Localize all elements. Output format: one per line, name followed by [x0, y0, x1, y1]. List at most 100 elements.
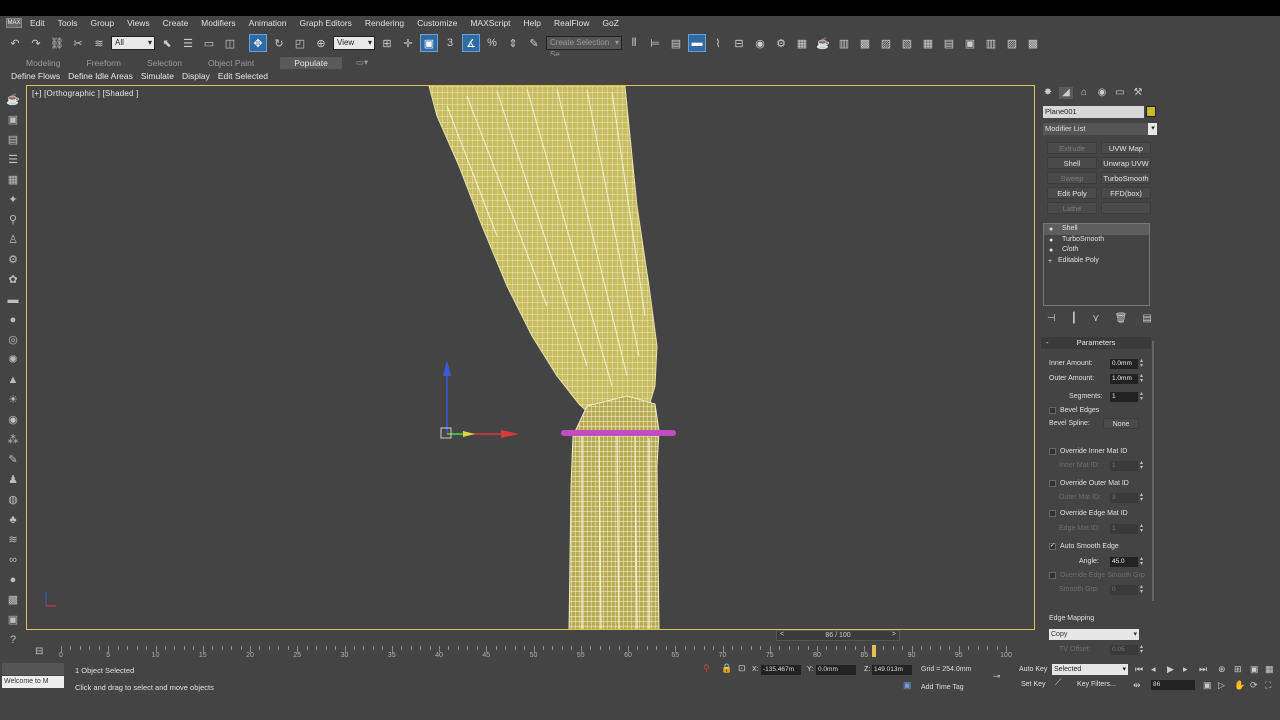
field-of-view-icon[interactable]: ▷ [1218, 680, 1225, 691]
hierarchy-tab-icon[interactable]: ⌂ [1077, 87, 1091, 99]
sun-icon[interactable]: ☀ [6, 392, 20, 408]
smooth-grp-field[interactable]: 0 [1110, 585, 1138, 595]
orbit-icon[interactable]: ⟳ [1250, 680, 1258, 691]
tab-populate[interactable]: Populate [280, 56, 342, 69]
time-tag-icon[interactable]: ▣ [903, 680, 912, 691]
segments-field[interactable]: 1 [1110, 392, 1138, 402]
override-outer-checkbox[interactable] [1049, 480, 1056, 487]
percent-snap-icon[interactable]: % [483, 34, 501, 52]
next-frame-icon[interactable]: ▸ [1183, 664, 1188, 675]
isolate-icon[interactable]: ⚲ [703, 663, 710, 674]
play-icon[interactable]: ▶ [1167, 664, 1174, 675]
spinner-icon[interactable]: ▴ ▾ [1140, 556, 1143, 567]
key-filters-button[interactable]: Key Filters... [1077, 681, 1116, 688]
list-icon[interactable]: ☰ [6, 152, 20, 168]
zoom-icon[interactable]: ⊕ [1218, 664, 1226, 675]
listener-mini-top[interactable] [2, 663, 64, 675]
go-to-end-icon[interactable]: ⏭ [1199, 664, 1207, 675]
tab-selection[interactable]: Selection [147, 58, 182, 68]
material-editor-icon[interactable]: ◉ [751, 34, 769, 52]
extra-tool-2-icon[interactable]: ▩ [856, 34, 874, 52]
key-mode-dropdown[interactable]: Selected [1052, 664, 1128, 675]
curtain-mesh[interactable] [428, 86, 660, 630]
modify-tab-icon[interactable]: ◢ [1059, 87, 1073, 99]
create-tab-icon[interactable]: ✸ [1041, 87, 1055, 99]
extra-tool-4-icon[interactable]: ▧ [898, 34, 916, 52]
extra-tool-10-icon[interactable]: ▩ [1024, 34, 1042, 52]
shell-button[interactable]: Shell [1047, 157, 1097, 169]
auto-key-button[interactable]: Auto Key [1019, 666, 1047, 673]
select-move-icon[interactable]: ✥ [249, 34, 267, 52]
override-edge-checkbox[interactable] [1049, 510, 1056, 517]
extra-tool-3-icon[interactable]: ▨ [877, 34, 895, 52]
chevron-left-icon[interactable]: < [780, 630, 784, 640]
menu-views[interactable]: Views [127, 18, 150, 28]
zoom-extents-all-icon[interactable]: ▦ [1265, 664, 1274, 675]
menu-maxscript[interactable]: MAXScript [470, 18, 510, 28]
lathe-button[interactable]: Lathe [1047, 202, 1097, 214]
ring-icon[interactable]: ◉ [6, 412, 20, 428]
menu-animation[interactable]: Animation [249, 18, 287, 28]
cone-icon[interactable]: ▲ [6, 372, 20, 388]
spiral-icon[interactable]: ✺ [6, 352, 20, 368]
spinner-icon[interactable]: ▴ ▾ [1140, 644, 1143, 655]
angle-snap-icon[interactable]: ∡ [462, 34, 480, 52]
sweep-button[interactable]: Sweep [1047, 172, 1097, 184]
spinner-icon[interactable]: ▴ ▾ [1140, 523, 1143, 534]
undo-icon[interactable]: ↶ [6, 34, 24, 52]
add-time-tag-button[interactable]: Add Time Tag [921, 684, 964, 691]
plane-icon[interactable]: ▬ [6, 292, 20, 308]
unwrap-uvw-button[interactable]: Unwrap UVW [1101, 157, 1151, 169]
turbosmooth-button[interactable]: TurboSmooth [1101, 172, 1151, 184]
go-to-start-icon[interactable]: ⏮ [1135, 664, 1143, 675]
time-slider[interactable]: < 86 / 100 > [776, 630, 900, 641]
extra-tool-6-icon[interactable]: ▤ [940, 34, 958, 52]
ball-icon[interactable]: ● [6, 572, 20, 588]
layer-manager-icon[interactable]: ▤ [667, 34, 685, 52]
menu-group[interactable]: Group [91, 18, 115, 28]
rendered-frame-icon[interactable]: ▦ [793, 34, 811, 52]
bevel-spline-button[interactable]: None [1103, 418, 1139, 429]
object-name-field[interactable]: Plane001 [1043, 106, 1144, 118]
auto-smooth-checkbox[interactable]: ✓ [1049, 543, 1056, 550]
select-by-name-icon[interactable]: ☰ [179, 34, 197, 52]
unlink-icon[interactable]: ✂ [69, 34, 87, 52]
grid-icon[interactable]: ▦ [6, 172, 20, 188]
override-inner-checkbox[interactable] [1049, 448, 1056, 455]
modifier-stack[interactable]: ● Shell ● TurboSmooth ● Cloth + Editable Pol… [1043, 223, 1150, 306]
panel-icon[interactable]: ▤ [6, 132, 20, 148]
tab-object-paint[interactable]: Object Paint [208, 58, 254, 68]
configure-modifier-sets-icon[interactable]: ▤ [1143, 313, 1152, 324]
tab-freeform[interactable]: Freeform [87, 58, 121, 68]
pin-stack-icon[interactable]: ⊣ [1047, 313, 1056, 324]
spinner-icon[interactable]: ▴ ▾ [1140, 492, 1143, 503]
tab-modeling[interactable]: Modeling [26, 58, 61, 68]
named-selection-sets-dropdown[interactable]: Create Selection Se [546, 36, 622, 59]
extra-tool-1-icon[interactable]: ▥ [835, 34, 853, 52]
morph-icon[interactable]: ✿ [6, 272, 20, 288]
menu-realflow[interactable]: RealFlow [554, 18, 589, 28]
simulate-button[interactable]: Simulate [141, 71, 174, 81]
key-mode-toggle-icon[interactable]: ⇹ [1133, 680, 1141, 691]
pan-view-icon[interactable]: ✋ [1234, 680, 1245, 691]
display-tab-icon[interactable]: ▭ [1113, 87, 1127, 99]
stack-item-turbosmooth[interactable]: ● TurboSmooth [1044, 235, 1149, 246]
spinner-icon[interactable]: ▴ ▾ [1140, 460, 1143, 471]
ribbon-toggle-icon[interactable]: ▬ [688, 34, 706, 52]
x-coord-field[interactable]: -135.467m [761, 665, 801, 675]
uvw-map-button[interactable]: UVW Map [1101, 142, 1151, 154]
expand-plus-icon[interactable]: + [1048, 257, 1052, 268]
spinner-icon[interactable]: ▴ ▾ [1140, 373, 1143, 384]
snaps-toggle-icon[interactable]: 3 [441, 34, 459, 52]
ref-coord-dropdown[interactable]: View [333, 36, 375, 50]
render-production-icon[interactable]: ☕ [814, 34, 832, 52]
remove-modifier-icon[interactable]: 🗑 [1115, 313, 1128, 324]
app-logo[interactable]: MAX [6, 18, 22, 28]
zoom-all-icon[interactable]: ⊞ [1234, 664, 1242, 675]
menu-tools[interactable]: Tools [58, 18, 78, 28]
pivot-center-icon[interactable]: ⊞ [378, 34, 396, 52]
hair-icon[interactable]: ≋ [6, 532, 20, 548]
command-panel-scrollbar[interactable] [1152, 341, 1154, 601]
bind-space-warp-icon[interactable]: ≋ [90, 34, 108, 52]
show-end-result-icon[interactable]: ┃ [1071, 313, 1077, 324]
